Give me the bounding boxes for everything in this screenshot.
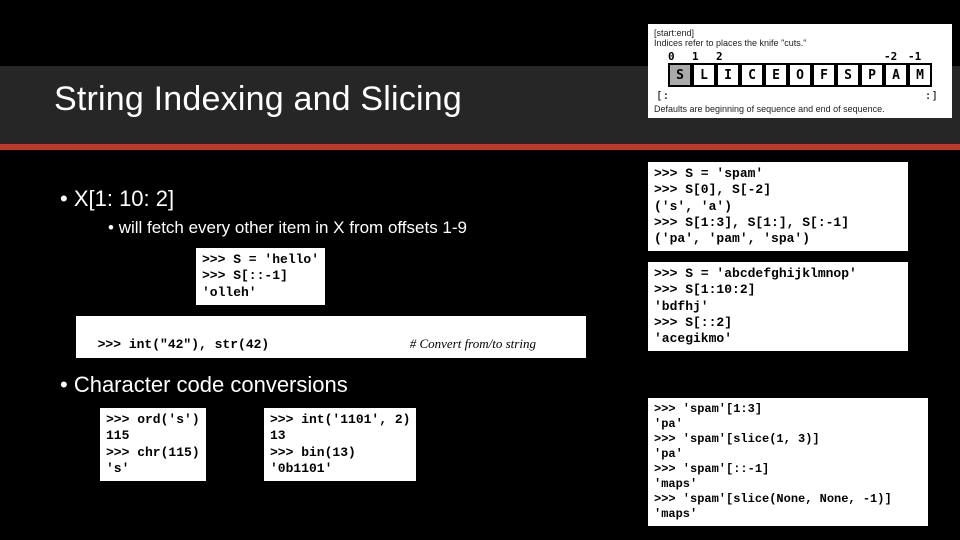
diagram-indices: 0 1 2 -2 -1 — [654, 50, 946, 63]
diagram-top-note: [start:end] Indices refer to places the … — [654, 28, 946, 48]
diagram-cells: S L I C E O F S P A M — [668, 63, 946, 87]
code-sliceobj: >>> 'spam'[1:3] 'pa' >>> 'spam'[slice(1,… — [648, 398, 928, 526]
slide-title: String Indexing and Slicing — [54, 80, 462, 119]
code-convert-comment: # Convert from/to string — [410, 336, 536, 351]
slice-diagram: [start:end] Indices refer to places the … — [648, 24, 952, 118]
code-abcdef: >>> S = 'abcdefghijklmnop' >>> S[1:10:2]… — [648, 262, 908, 351]
code-convert-call: >>> int("42"), str(42) — [98, 337, 270, 352]
diagram-right-bracket: :] — [925, 89, 938, 102]
bullet-char-code: Character code conversions — [60, 372, 348, 398]
code-hello: >>> S = 'hello' >>> S[::-1] 'olleh' — [196, 248, 325, 305]
bullet-x-slice: X[1: 10: 2] — [60, 186, 174, 212]
diagram-bottom-note: Defaults are beginning of sequence and e… — [654, 104, 946, 114]
bullet-x-slice-desc: will fetch every other item in X from of… — [108, 218, 467, 238]
diagram-left-bracket: [: — [656, 89, 669, 102]
code-bin: >>> int('1101', 2) 13 >>> bin(13) '0b110… — [264, 408, 416, 481]
code-ord: >>> ord('s') 115 >>> chr(115) 's' — [100, 408, 206, 481]
code-convert: >>> int("42"), str(42) # Convert from/to… — [76, 316, 586, 358]
code-spam: >>> S = 'spam' >>> S[0], S[-2] ('s', 'a'… — [648, 162, 908, 251]
